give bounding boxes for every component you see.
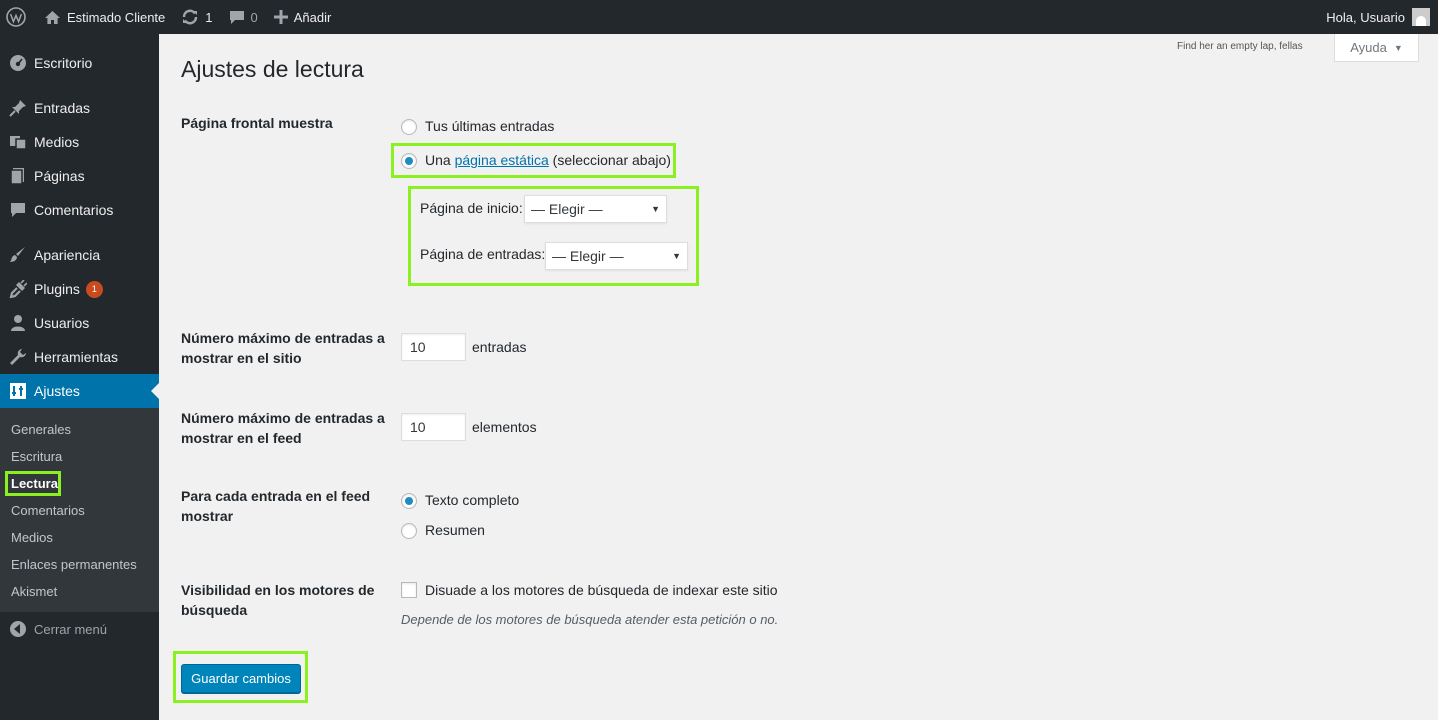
radio-latest-posts[interactable] bbox=[401, 119, 417, 135]
front-page-label: Página frontal muestra bbox=[181, 115, 333, 131]
full-text-label: Texto completo bbox=[425, 492, 520, 508]
menu-dashboard[interactable]: Escritorio bbox=[0, 46, 159, 80]
admin-sidebar: Escritorio Entradas Medios Páginas Comen… bbox=[0, 34, 159, 720]
add-new-label: Añadir bbox=[293, 9, 332, 25]
pages-icon bbox=[0, 167, 34, 185]
posts-per-page-input[interactable]: 10 bbox=[401, 333, 466, 361]
users-icon bbox=[0, 314, 34, 332]
updates-icon bbox=[181, 9, 199, 25]
menu-label: Escritorio bbox=[34, 55, 93, 71]
submenu-general[interactable]: Generales bbox=[11, 422, 71, 437]
posts-page-select[interactable]: — Elegir — ▼ bbox=[545, 242, 688, 270]
plus-icon bbox=[273, 10, 288, 24]
wrench-icon bbox=[0, 348, 34, 366]
blog-public-description: Depende de los motores de búsqueda atend… bbox=[401, 612, 779, 627]
static-suffix: (seleccionar abajo) bbox=[552, 152, 671, 168]
submenu-akismet[interactable]: Akismet bbox=[11, 584, 57, 599]
wordpress-icon bbox=[6, 7, 26, 27]
posts-per-page-unit: entradas bbox=[472, 339, 527, 355]
comments-link[interactable]: 0 bbox=[221, 0, 266, 34]
plugins-update-badge: 1 bbox=[85, 280, 103, 298]
menu-posts[interactable]: Entradas bbox=[0, 91, 159, 125]
updates-link[interactable]: 1 bbox=[173, 0, 220, 34]
submenu-writing[interactable]: Escritura bbox=[11, 449, 62, 464]
greeting: Hola, Usuario bbox=[1326, 9, 1405, 25]
menu-pages[interactable]: Páginas bbox=[0, 159, 159, 193]
static-prefix: Una bbox=[425, 152, 451, 168]
home-page-select[interactable]: — Elegir — ▼ bbox=[524, 195, 667, 223]
settings-submenu: Generales Escritura Lectura Comentarios … bbox=[0, 408, 159, 612]
dropdown-arrow-icon: ▼ bbox=[672, 251, 681, 261]
dashboard-icon bbox=[0, 54, 34, 72]
comment-icon bbox=[229, 10, 245, 25]
caret-down-icon: ▼ bbox=[1393, 42, 1403, 53]
collapse-icon bbox=[0, 620, 34, 638]
radio-full-text[interactable] bbox=[401, 493, 417, 509]
avatar bbox=[1412, 8, 1430, 26]
admin-bar: Estimado Cliente 1 0 Añadir Hola, Usuari… bbox=[0, 0, 1438, 34]
settings-icon bbox=[0, 383, 34, 399]
wordpress-logo[interactable] bbox=[0, 0, 36, 34]
brush-icon bbox=[0, 246, 34, 264]
menu-users[interactable]: Usuarios bbox=[0, 306, 159, 340]
radio-summary[interactable] bbox=[401, 523, 417, 539]
rss-use-excerpt-label: Para cada entrada en el feed mostrar bbox=[181, 488, 371, 524]
pin-icon bbox=[0, 99, 34, 117]
save-changes-button[interactable]: Guardar cambios bbox=[181, 664, 301, 693]
comments-count: 0 bbox=[250, 9, 258, 25]
menu-tools[interactable]: Herramientas bbox=[0, 340, 159, 374]
posts-per-rss-unit: elementos bbox=[472, 419, 537, 435]
menu-appearance[interactable]: Apariencia bbox=[0, 238, 159, 272]
dropdown-arrow-icon: ▼ bbox=[651, 204, 660, 214]
posts-page-label: Página de entradas: bbox=[420, 246, 546, 262]
submenu-permalinks[interactable]: Enlaces permanentes bbox=[11, 557, 137, 572]
page-title: Ajustes de lectura bbox=[181, 56, 364, 82]
menu-label: Entradas bbox=[34, 100, 91, 116]
submenu-media[interactable]: Medios bbox=[11, 530, 53, 545]
menu-label: Páginas bbox=[34, 168, 85, 184]
static-page-link[interactable]: página estática bbox=[455, 152, 549, 168]
updates-count: 1 bbox=[205, 9, 213, 25]
menu-label: Ajustes bbox=[34, 383, 80, 399]
hello-dolly-notice: Find her an empty lap, fellas bbox=[1177, 41, 1303, 52]
summary-label: Resumen bbox=[425, 522, 485, 538]
latest-posts-label: Tus últimas entradas bbox=[425, 118, 555, 134]
collapse-label: Cerrar menú bbox=[34, 621, 107, 637]
posts-page-value: — Elegir — bbox=[552, 248, 624, 264]
static-page-label: Una página estática (seleccionar abajo) bbox=[425, 152, 671, 168]
help-tab-button[interactable]: Ayuda ▼ bbox=[1334, 34, 1419, 62]
posts-per-rss-input[interactable]: 10 bbox=[401, 413, 466, 441]
site-name-link[interactable]: Estimado Cliente bbox=[36, 0, 173, 34]
menu-label: Plugins bbox=[34, 281, 80, 297]
discourage-search-checkbox[interactable] bbox=[401, 582, 417, 598]
comments-icon bbox=[0, 201, 34, 219]
discourage-search-label: Disuade a los motores de búsqueda de ind… bbox=[425, 582, 778, 598]
blog-public-label: Visibilidad en los motores de búsqueda bbox=[181, 582, 375, 618]
menu-label: Apariencia bbox=[34, 247, 101, 263]
menu-comments[interactable]: Comentarios bbox=[0, 193, 159, 227]
menu-settings[interactable]: Ajustes bbox=[0, 374, 159, 408]
menu-plugins[interactable]: Plugins 1 bbox=[0, 272, 159, 306]
home-page-value: — Elegir — bbox=[531, 201, 603, 217]
menu-label: Usuarios bbox=[34, 315, 90, 331]
plugin-icon bbox=[0, 280, 34, 298]
add-new-link[interactable]: Añadir bbox=[266, 0, 340, 34]
menu-label: Herramientas bbox=[34, 349, 119, 365]
help-tab-label: Ayuda bbox=[1350, 40, 1387, 55]
my-account[interactable]: Hola, Usuario bbox=[1326, 0, 1438, 34]
menu-media[interactable]: Medios bbox=[0, 125, 159, 159]
submenu-reading[interactable]: Lectura bbox=[11, 476, 58, 491]
site-name: Estimado Cliente bbox=[67, 9, 166, 25]
media-icon bbox=[0, 133, 34, 151]
menu-label: Comentarios bbox=[34, 202, 114, 218]
posts-per-rss-label: Número máximo de entradas a mostrar en e… bbox=[181, 410, 385, 446]
posts-per-page-label: Número máximo de entradas a mostrar en e… bbox=[181, 330, 385, 366]
submenu-discussion[interactable]: Comentarios bbox=[11, 503, 85, 518]
home-icon bbox=[44, 10, 61, 25]
collapse-menu-button[interactable]: Cerrar menú bbox=[0, 612, 159, 646]
home-page-label: Página de inicio: bbox=[420, 200, 523, 216]
menu-label: Medios bbox=[34, 134, 80, 150]
radio-static-page[interactable] bbox=[401, 153, 417, 169]
